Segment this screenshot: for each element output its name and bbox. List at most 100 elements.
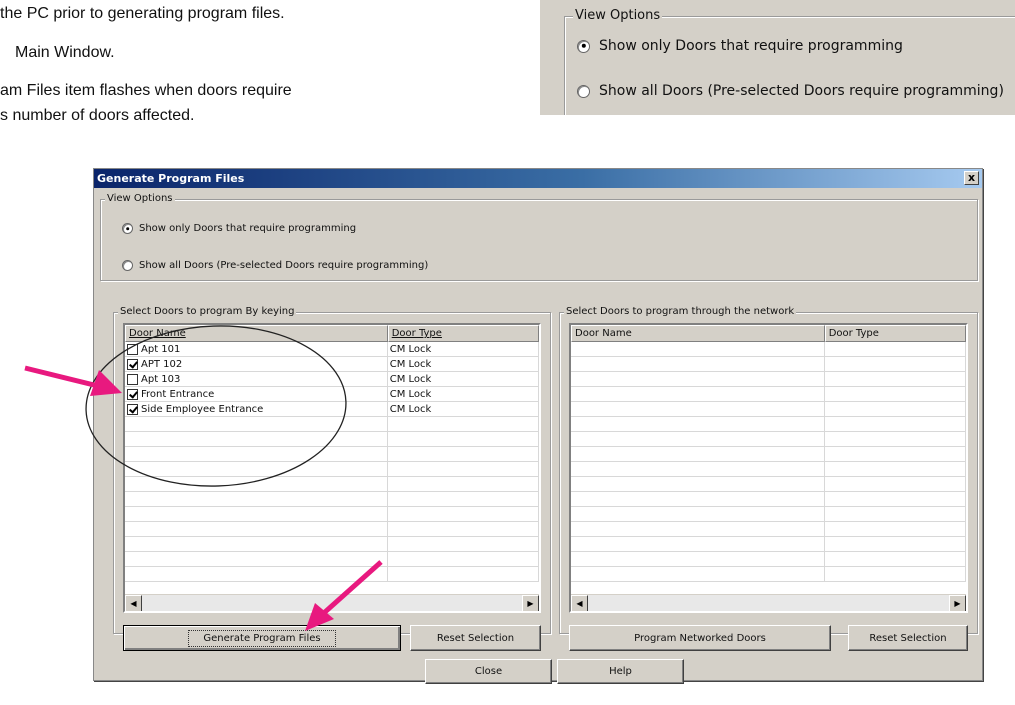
network-reset-selection-button[interactable]: Reset Selection — [848, 625, 968, 651]
scroll-right-icon[interactable]: ▶ — [522, 595, 539, 611]
inset-radio-required[interactable]: Show only Doors that require programming — [577, 38, 903, 54]
inset-radio-all-button[interactable] — [577, 84, 590, 98]
table-row[interactable]: APT 102 CM Lock — [125, 357, 539, 372]
door-checkbox[interactable] — [127, 404, 138, 415]
radio-show-required[interactable]: Show only Doors that require programming — [122, 223, 356, 234]
generate-program-files-dialog: Generate Program Files x View Options Sh… — [93, 168, 983, 684]
dialog-titlebar[interactable]: Generate Program Files x — [94, 169, 982, 188]
view-options-inset: View Options Show only Doors that requir… — [540, 0, 1015, 115]
network-door-list[interactable]: Door Name Door Type ◀ ▶ — [569, 323, 968, 613]
door-name-cell — [125, 462, 388, 477]
table-row — [571, 357, 966, 372]
table-row[interactable]: Side Employee Entrance CM Lock — [125, 402, 539, 417]
help-button[interactable]: Help — [557, 659, 684, 684]
door-type-cell — [388, 477, 539, 492]
door-name-cell: APT 102 — [125, 357, 388, 372]
keying-reset-selection-button[interactable]: Reset Selection — [410, 625, 541, 651]
table-row — [571, 567, 966, 582]
door-type-cell — [388, 432, 539, 447]
table-row — [571, 387, 966, 402]
table-row — [125, 447, 539, 462]
inset-radio-required-button[interactable] — [577, 39, 590, 53]
table-row — [125, 462, 539, 477]
keying-door-list[interactable]: Door Name Door Type Apt 101 CM Lock APT 10… — [123, 323, 541, 613]
door-type-cell — [825, 432, 966, 447]
door-name-cell — [571, 492, 825, 507]
door-name-cell: Side Employee Entrance — [125, 402, 388, 417]
door-name-cell — [571, 372, 825, 387]
table-row — [571, 432, 966, 447]
door-name-cell — [571, 342, 825, 357]
door-checkbox[interactable] — [127, 389, 138, 400]
door-type-text: CM Lock — [389, 358, 432, 370]
table-row — [571, 342, 966, 357]
door-type-cell — [388, 552, 539, 567]
generate-program-files-button[interactable]: Generate Program Files — [123, 625, 401, 651]
inset-groupbox: View Options — [564, 8, 1015, 115]
radio-show-all[interactable]: Show all Doors (Pre-selected Doors requi… — [122, 260, 428, 271]
table-row — [125, 507, 539, 522]
door-type-cell — [388, 417, 539, 432]
close-button[interactable]: Close — [425, 659, 552, 684]
help-button-label: Help — [609, 666, 632, 677]
table-row — [571, 447, 966, 462]
table-row — [571, 507, 966, 522]
door-type-cell — [825, 402, 966, 417]
door-type-cell — [825, 462, 966, 477]
door-name-text: Front Entrance — [141, 388, 215, 400]
door-name-cell — [571, 417, 825, 432]
door-type-cell — [388, 537, 539, 552]
door-name-cell — [571, 402, 825, 417]
door-name-cell — [125, 537, 388, 552]
keying-col-door-name[interactable]: Door Name — [125, 325, 388, 342]
door-name-text: APT 102 — [141, 358, 183, 370]
door-name-cell — [125, 492, 388, 507]
doc-line-1: the PC prior to generating program files… — [0, 5, 285, 22]
door-name-cell — [571, 462, 825, 477]
door-type-cell — [388, 507, 539, 522]
table-row — [125, 552, 539, 567]
table-row[interactable]: Apt 101 CM Lock — [125, 342, 539, 357]
table-row[interactable]: Apt 103 CM Lock — [125, 372, 539, 387]
door-type-cell — [825, 567, 966, 582]
table-row — [125, 417, 539, 432]
door-type-cell — [825, 537, 966, 552]
door-type-cell — [388, 447, 539, 462]
door-name-cell — [571, 447, 825, 462]
door-name-cell — [125, 417, 388, 432]
close-button-label: Close — [474, 666, 503, 677]
network-list-header: Door Name Door Type — [571, 325, 966, 342]
table-row — [125, 432, 539, 447]
radio-show-all-button[interactable] — [122, 260, 133, 271]
generate-button-label: Generate Program Files — [188, 629, 336, 647]
door-type-cell — [388, 462, 539, 477]
program-networked-doors-button[interactable]: Program Networked Doors — [569, 625, 831, 651]
door-checkbox[interactable] — [127, 359, 138, 370]
door-name-cell: Apt 101 — [125, 342, 388, 357]
scroll-left-icon[interactable]: ◀ — [571, 595, 588, 611]
door-type-cell: CM Lock — [388, 387, 539, 402]
scroll-right-icon[interactable]: ▶ — [949, 595, 966, 611]
door-name-text: Apt 101 — [141, 343, 181, 355]
door-name-cell — [125, 447, 388, 462]
program-networked-label: Program Networked Doors — [634, 632, 766, 644]
door-type-cell — [825, 507, 966, 522]
table-row[interactable]: Front Entrance CM Lock — [125, 387, 539, 402]
radio-show-required-button[interactable] — [122, 223, 133, 234]
inset-radio-all-label: Show all Doors (Pre-selected Doors requi… — [599, 83, 1004, 99]
network-col-door-type[interactable]: Door Type — [824, 325, 966, 342]
door-type-cell — [388, 522, 539, 537]
close-icon[interactable]: x — [964, 171, 979, 185]
door-type-cell — [388, 567, 539, 582]
network-hscrollbar[interactable]: ◀ ▶ — [571, 594, 966, 611]
keying-col-door-type[interactable]: Door Type — [387, 325, 539, 342]
keying-hscrollbar[interactable]: ◀ ▶ — [125, 594, 539, 611]
inset-radio-all[interactable]: Show all Doors (Pre-selected Doors requi… — [577, 83, 1004, 99]
inset-groupbox-title: View Options — [573, 8, 663, 23]
scroll-left-icon[interactable]: ◀ — [125, 595, 142, 611]
door-checkbox[interactable] — [127, 344, 138, 355]
table-row — [125, 477, 539, 492]
table-row — [125, 567, 539, 582]
door-checkbox[interactable] — [127, 374, 138, 385]
network-col-door-name[interactable]: Door Name — [571, 325, 825, 342]
